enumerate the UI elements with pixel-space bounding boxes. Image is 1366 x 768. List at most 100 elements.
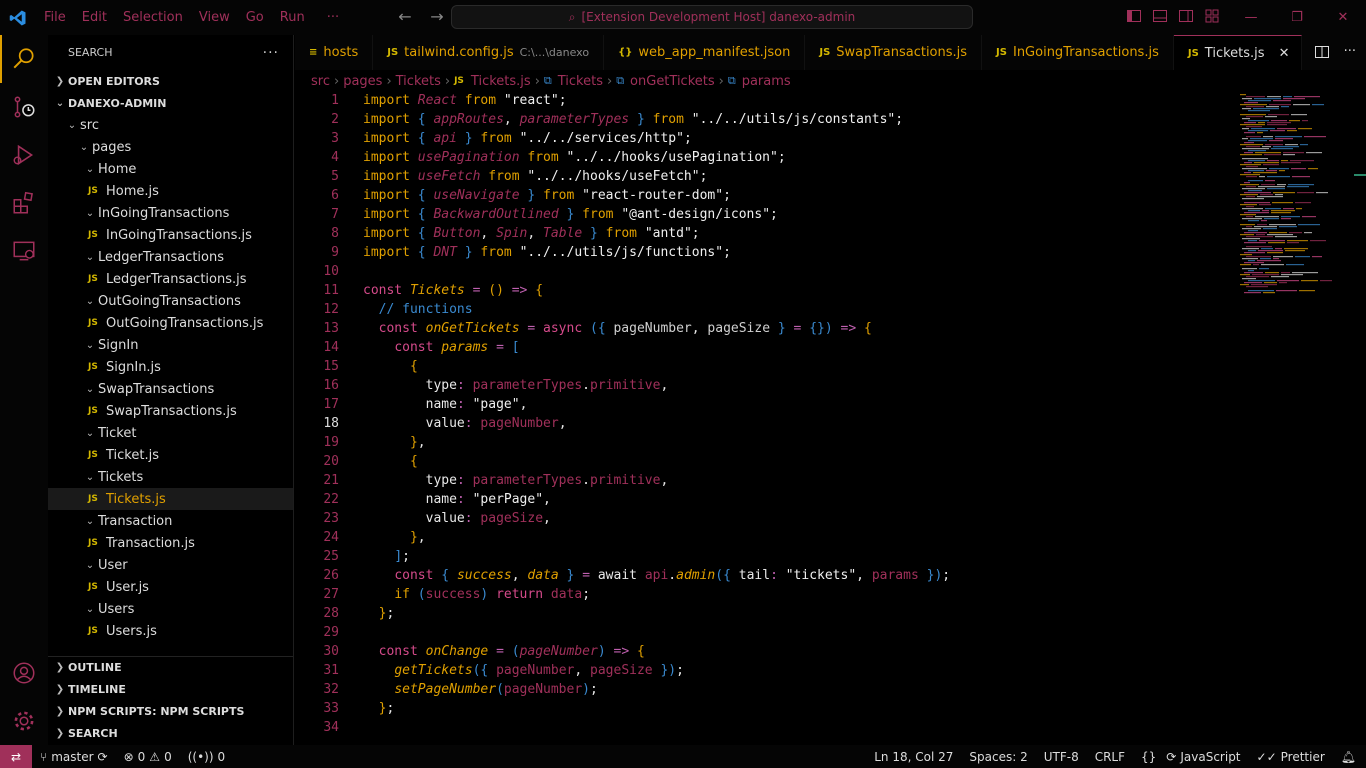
folder-item[interactable]: ⌄ pages	[48, 136, 293, 158]
indentation[interactable]: Spaces: 2	[961, 750, 1035, 764]
file-item[interactable]: JS LedgerTransactions.js	[48, 268, 293, 290]
code-line[interactable]: value: pageSize,	[363, 511, 551, 526]
manage-gear-icon[interactable]	[0, 697, 48, 745]
language-mode[interactable]: {} ⟳ JavaScript	[1133, 750, 1249, 764]
code-line[interactable]: getTickets({ pageNumber, pageSize });	[363, 663, 684, 678]
file-item[interactable]: JS Home.js	[48, 180, 293, 202]
remote-indicator-icon[interactable]: ⇄	[0, 745, 32, 768]
close-tab-icon[interactable]: ✕	[1279, 46, 1290, 61]
split-editor-icon[interactable]	[1314, 44, 1330, 64]
code-editor[interactable]: 1 import React from "react"; 2 import { app…	[295, 92, 1235, 745]
code-line[interactable]: // functions	[363, 302, 473, 317]
forward-arrow-icon[interactable]: →	[426, 7, 448, 26]
code-line[interactable]: type: parameterTypes.primitive,	[363, 473, 669, 488]
tab-ingoingtransactions-js[interactable]: JS InGoingTransactions.js	[982, 35, 1174, 70]
folder-item[interactable]: ⌄ LedgerTransactions	[48, 246, 293, 268]
toggle-secondary-sidebar-icon[interactable]	[1178, 8, 1194, 24]
tab-hosts[interactable]: ≡ hosts	[295, 35, 374, 70]
code-line[interactable]: name: "page",	[363, 397, 528, 412]
file-item[interactable]: JS SwapTransactions.js	[48, 400, 293, 422]
tab-tickets-js[interactable]: JS Tickets.js ✕	[1173, 35, 1303, 70]
problems-indicator[interactable]: ⊗ 0 ⚠ 0	[116, 750, 180, 764]
code-line[interactable]: import { useNavigate } from "react-route…	[363, 188, 731, 203]
menu-item-edit[interactable]: Edit	[74, 10, 115, 25]
back-arrow-icon[interactable]: ←	[394, 7, 416, 26]
restore-icon[interactable]: ❐	[1274, 0, 1320, 35]
code-line[interactable]: const params = [	[363, 340, 519, 355]
breadcrumb-item[interactable]: Tickets.js	[471, 74, 531, 89]
remote-explorer-icon[interactable]	[0, 227, 48, 275]
encoding[interactable]: UTF-8	[1036, 750, 1087, 764]
section-collapsed[interactable]: ❯ SEARCH	[48, 722, 293, 744]
toggle-sidebar-icon[interactable]	[1126, 8, 1142, 24]
code-line[interactable]: const onGetTickets = async ({ pageNumber…	[363, 321, 872, 336]
breadcrumb-item[interactable]: src	[311, 74, 330, 89]
folder-item[interactable]: ⌄ User	[48, 554, 293, 576]
run-debug-icon[interactable]	[0, 131, 48, 179]
code-line[interactable]: value: pageNumber,	[363, 416, 567, 431]
accounts-icon[interactable]	[0, 649, 48, 697]
file-item[interactable]: JS SignIn.js	[48, 356, 293, 378]
search-view-icon[interactable]	[0, 35, 48, 83]
menu-item-more[interactable]: ···	[313, 10, 347, 25]
ports-indicator[interactable]: ((•)) 0	[180, 750, 233, 764]
menu-item-selection[interactable]: Selection	[115, 10, 191, 25]
folder-item[interactable]: ⌄ SwapTransactions	[48, 378, 293, 400]
customize-layout-icon[interactable]	[1204, 8, 1220, 24]
section-collapsed[interactable]: ❯ OUTLINE	[48, 656, 293, 678]
breadcrumb-item[interactable]: params	[742, 74, 791, 89]
folder-item[interactable]: ⌄ Users	[48, 598, 293, 620]
folder-item[interactable]: ⌄ Tickets	[48, 466, 293, 488]
code-line[interactable]: import { api } from "../../services/http…	[363, 131, 692, 146]
end-of-line[interactable]: CRLF	[1087, 750, 1133, 764]
file-item[interactable]: JS OutGoingTransactions.js	[48, 312, 293, 334]
code-line[interactable]: import React from "react";	[363, 93, 567, 108]
code-line[interactable]: import { Button, Spin, Table } from "ant…	[363, 226, 700, 241]
section-collapsed[interactable]: ❯ NPM SCRIPTS: NPM SCRIPTS	[48, 700, 293, 722]
code-line[interactable]: {	[363, 359, 418, 374]
folder-item[interactable]: ⌄ Home	[48, 158, 293, 180]
folder-item[interactable]: ⌄ InGoingTransactions	[48, 202, 293, 224]
section-project[interactable]: ⌄ DANEXO-ADMIN	[48, 92, 293, 114]
code-line[interactable]: import { BackwardOutlined } from "@ant-d…	[363, 207, 778, 222]
code-line[interactable]: const { success, data } = await api.admi…	[363, 568, 950, 583]
folder-item[interactable]: ⌄ src	[48, 114, 293, 136]
code-line[interactable]: name: "perPage",	[363, 492, 551, 507]
code-line[interactable]: import { appRoutes, parameterTypes } fro…	[363, 112, 903, 127]
file-item[interactable]: JS InGoingTransactions.js	[48, 224, 293, 246]
code-line[interactable]: if (success) return data;	[363, 587, 590, 602]
folder-item[interactable]: ⌄ OutGoingTransactions	[48, 290, 293, 312]
tab-tailwind-config-js[interactable]: JS tailwind.config.js C:\...\danexo	[373, 35, 605, 70]
code-line[interactable]: import usePagination from "../../hooks/u…	[363, 150, 786, 165]
code-line[interactable]: import useFetch from "../../hooks/useFet…	[363, 169, 707, 184]
more-actions-icon[interactable]: ···	[263, 45, 279, 61]
code-line[interactable]: setPageNumber(pageNumber);	[363, 682, 598, 697]
code-line[interactable]: },	[363, 530, 426, 545]
menu-item-run[interactable]: Run	[272, 10, 313, 25]
file-item[interactable]: JS User.js	[48, 576, 293, 598]
folder-item[interactable]: ⌄ SignIn	[48, 334, 293, 356]
minimap[interactable]	[1236, 92, 1366, 745]
breadcrumb-item[interactable]: onGetTickets	[630, 74, 715, 89]
code-line[interactable]: ];	[363, 549, 410, 564]
menu-item-file[interactable]: File	[36, 10, 74, 25]
file-item[interactable]: JS Users.js	[48, 620, 293, 642]
breadcrumb-item[interactable]: Tickets	[396, 74, 441, 89]
code-line[interactable]: },	[363, 435, 426, 450]
folder-item[interactable]: ⌄ Transaction	[48, 510, 293, 532]
folder-item[interactable]: ⌄ Ticket	[48, 422, 293, 444]
breadcrumb-item[interactable]: Tickets	[558, 74, 603, 89]
file-item[interactable]: JS Transaction.js	[48, 532, 293, 554]
extensions-icon[interactable]	[0, 179, 48, 227]
code-line[interactable]: type: parameterTypes.primitive,	[363, 378, 669, 393]
section-collapsed[interactable]: ❯ TIMELINE	[48, 678, 293, 700]
branch-indicator[interactable]: ⑂ master ⟳	[32, 750, 116, 764]
cursor-position[interactable]: Ln 18, Col 27	[866, 750, 961, 764]
tab-web-app-manifest-json[interactable]: {} web_app_manifest.json	[604, 35, 806, 70]
code-line[interactable]: };	[363, 701, 395, 716]
more-editor-actions-icon[interactable]: ···	[1344, 44, 1356, 64]
code-line[interactable]: const onChange = (pageNumber) => {	[363, 644, 645, 659]
code-line[interactable]: };	[363, 606, 395, 621]
command-center[interactable]: ⌕ [Extension Development Host] danexo-ad…	[451, 5, 973, 29]
section-open-editors[interactable]: ❯ OPEN EDITORS	[48, 70, 293, 92]
